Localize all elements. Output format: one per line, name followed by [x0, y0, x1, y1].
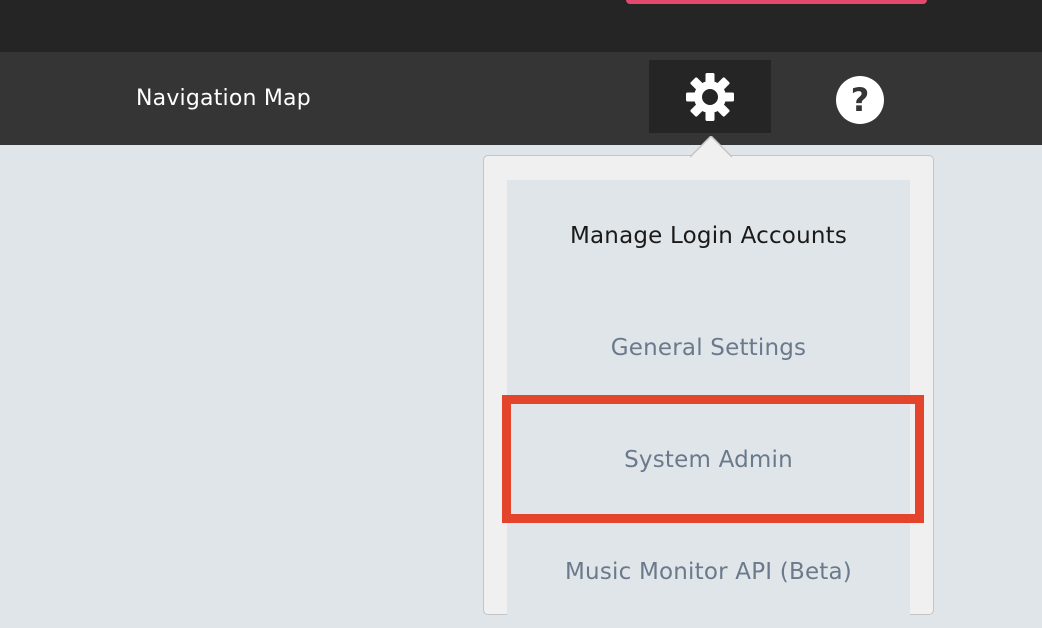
gear-icon — [686, 72, 734, 121]
menu-item-label: System Admin — [624, 447, 793, 473]
menu-item-general-settings[interactable]: General Settings — [507, 292, 910, 404]
menu-item-label: General Settings — [610, 335, 807, 361]
help-icon: ? — [836, 76, 884, 124]
menu-item-label: Manage Login Accounts — [569, 223, 848, 249]
settings-button[interactable] — [649, 60, 771, 133]
svg-text:?: ? — [851, 81, 870, 119]
top-bar — [0, 0, 1042, 52]
menu-item-system-admin[interactable]: System Admin — [507, 404, 910, 516]
settings-dropdown: Manage Login Accounts General Settings S… — [483, 155, 934, 620]
help-button[interactable]: ? — [835, 75, 885, 125]
navigation-bar: Navigation Map ? — [0, 52, 1042, 145]
menu-item-manage-login-accounts[interactable]: Manage Login Accounts — [507, 180, 910, 292]
menu-item-label: Music Monitor API (Beta) — [565, 559, 852, 585]
navigation-map-link[interactable]: Navigation Map — [136, 84, 311, 114]
menu-item-music-monitor-api[interactable]: Music Monitor API (Beta) — [507, 516, 910, 628]
top-accent-button[interactable] — [626, 0, 927, 4]
settings-menu-list: Manage Login Accounts General Settings S… — [507, 180, 910, 620]
